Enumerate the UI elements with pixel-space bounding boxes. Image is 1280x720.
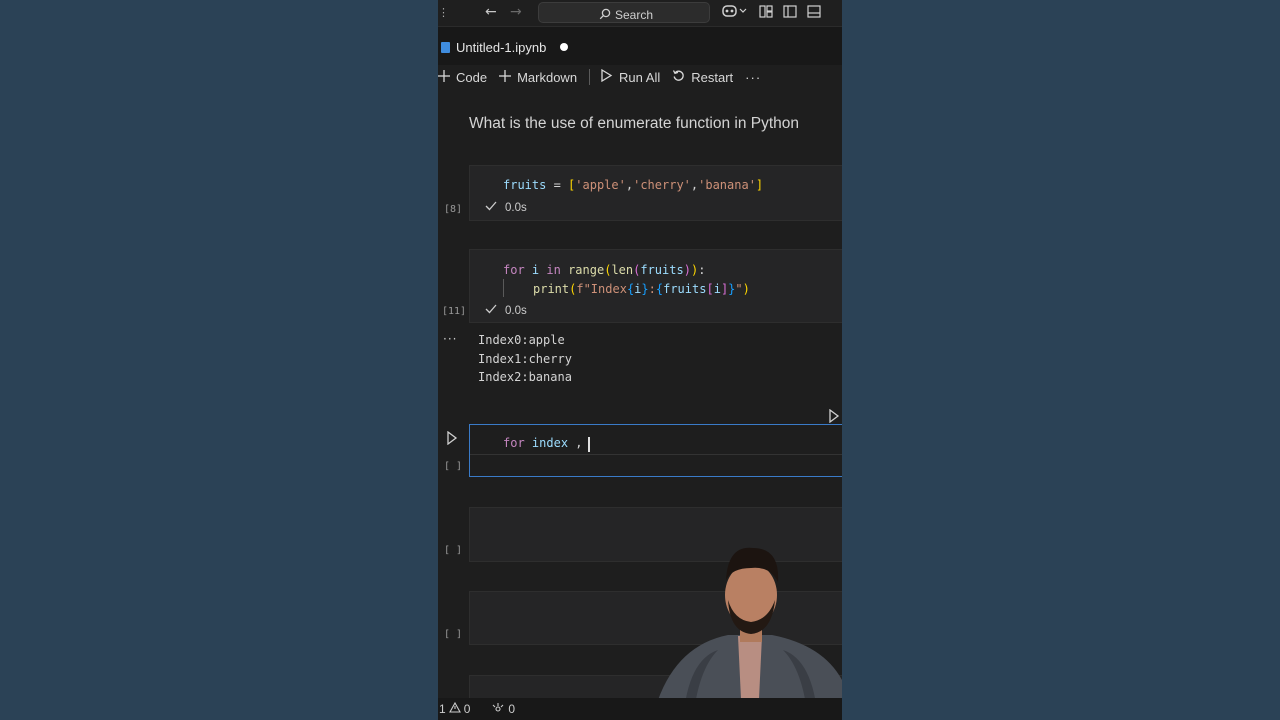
sidebar-toggle-icon[interactable] [782,3,798,19]
tab-bar: Untitled-1.ipynb [438,27,842,65]
output-line: Index2:banana [478,370,572,384]
code-token: in [546,263,561,277]
toolbar-divider [589,69,591,85]
code-token: [ [706,282,714,296]
unsaved-dot-icon[interactable] [560,43,569,51]
code-token: range [568,263,605,277]
code-token: fruits [663,282,707,296]
code-token: } [641,282,649,296]
warnings-count[interactable]: 0 [464,702,471,716]
forward-arrow-icon[interactable]: → [510,3,522,21]
run-cell-button[interactable] [446,430,458,449]
output-line: Index1:cherry [478,351,572,366]
execution-time: 0.0s [505,304,527,317]
plus-icon [438,69,450,85]
code-token: f"Index [576,282,627,296]
code-token: fruits [640,263,684,277]
code-token: , [625,178,634,192]
indent-guide [503,279,504,297]
run-all-icon [600,68,613,85]
code-token: " [735,282,743,296]
code-token: for [503,436,525,450]
ports-count[interactable]: 0 [508,702,515,716]
code-token: 'apple' [575,178,626,192]
execution-count: [ ] [444,629,463,640]
editor-window: ⋮ ← → Search Untitled-1.ipynb Code Markd… [438,0,842,720]
code-token: len [611,263,634,277]
back-arrow-icon[interactable]: ← [485,3,497,21]
execution-count: [11] [442,306,467,317]
run-all-button[interactable]: Run All [600,68,661,85]
tab-notebook[interactable]: Untitled-1.ipynb [438,33,569,61]
execution-count: [8] [444,204,463,215]
markdown-heading: What is the use of enumerate function in… [469,115,799,132]
code-token: i [531,263,540,277]
code-line[interactable]: for index , [503,434,583,453]
code-line[interactable]: for i in range(len(fruits)): [503,261,705,280]
code-token: ) [742,282,750,296]
presenter-video [658,540,842,720]
tab-label: Untitled-1.ipynb [456,39,547,55]
status-bar: 1 0 0 [438,698,842,720]
title-bar: ⋮ ← → Search [438,0,842,27]
execution-status: 0.0s [485,304,527,317]
notebook-file-icon [441,41,450,53]
restart-label: Restart [691,69,734,85]
code-token: for [503,263,525,277]
execution-count: [ ] [444,461,463,472]
text-cursor [588,437,590,452]
search-placeholder: Search [615,7,654,22]
code-token: : [698,263,706,277]
run-all-label: Run All [619,69,661,85]
code-cell[interactable]: fruits = ['apple','cherry','banana'] 0.0… [469,165,842,221]
search-icon [599,5,611,24]
errors-count[interactable]: 1 [439,702,446,716]
code-token: index [531,436,569,450]
code-cell[interactable]: for i in range(len(fruits)): print(f"Ind… [469,249,842,323]
execution-time: 0.0s [505,201,527,214]
copilot-icon[interactable] [722,3,750,19]
code-line[interactable]: print(f"Index{i}:{fruits[i]}") [533,280,750,299]
add-markdown-button[interactable]: Markdown [499,69,578,85]
code-line[interactable]: fruits = ['apple','cherry','banana'] [503,176,763,195]
plus-icon [499,69,512,85]
menu-icon[interactable]: ⋮ [438,4,449,22]
add-code-button[interactable]: Code [438,69,488,85]
execution-count: [ ] [444,545,463,556]
code-cell-active[interactable]: for index , [469,424,842,477]
panel-toggle-icon[interactable] [806,3,822,19]
cell-output: Index0:apple Index1:cherry Index2:banana [478,331,572,387]
checkmark-icon [485,304,497,317]
code-token: , [575,436,583,450]
restart-button[interactable]: Restart [672,69,733,85]
code-token: = [546,178,569,192]
layout-icon[interactable] [758,3,774,19]
output-actions-icon[interactable]: ··· [443,332,457,346]
notebook-toolbar: Code Markdown Run All Restart ··· [438,65,842,89]
search-box[interactable]: Search [538,2,710,23]
code-token: i [713,282,721,296]
execution-status: 0.0s [485,201,527,214]
code-token: ) [683,263,691,277]
code-token: fruits [503,178,547,192]
code-token: 'cherry' [633,178,691,192]
add-code-label: Code [456,69,488,85]
code-token: ] [755,178,764,192]
output-line: Index0:apple [478,333,565,347]
restart-icon [672,69,685,85]
code-token: 'banana' [698,178,756,192]
more-actions-icon[interactable]: ··· [745,70,761,85]
code-token: print [533,282,570,296]
checkmark-icon [485,201,497,214]
ports-icon [492,702,504,717]
add-markdown-label: Markdown [517,69,578,85]
code-token: : [648,282,656,296]
warning-icon [448,701,461,716]
